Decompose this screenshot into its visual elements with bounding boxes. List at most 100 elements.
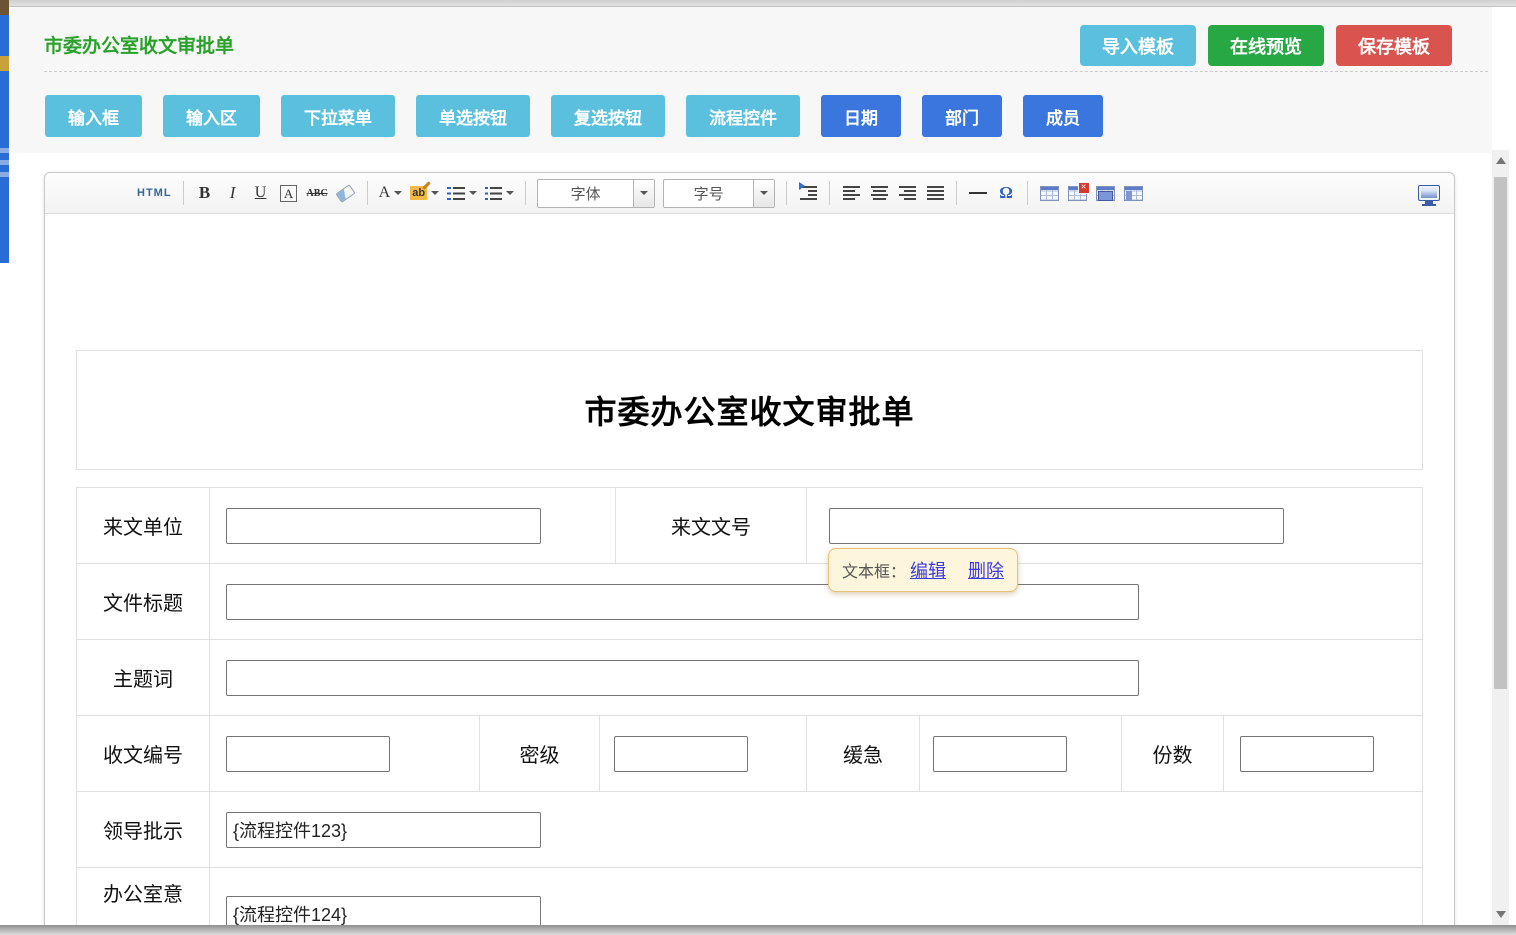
table-row-doc-title: 文件标题 [77, 564, 1422, 640]
security-level-input[interactable] [614, 736, 748, 772]
toolbar-separator [1027, 181, 1028, 205]
ordered-list-button[interactable] [447, 179, 477, 207]
special-char-button[interactable]: Ω [996, 179, 1016, 207]
receipt-number-label: 收文编号 [77, 716, 210, 791]
add-department-button[interactable]: 部门 [922, 95, 1002, 137]
insert-table-button[interactable] [1039, 179, 1059, 207]
doc-title-cell [210, 564, 1422, 639]
highlight-color-button[interactable]: ab [410, 179, 439, 207]
background-window-edge [0, 0, 9, 263]
keywords-cell [210, 640, 1422, 715]
background-window-fragment [0, 172, 9, 177]
eraser-icon [336, 184, 356, 203]
row-properties-button[interactable] [1123, 179, 1143, 207]
add-radio-button[interactable]: 单选按钮 [416, 95, 530, 137]
align-justify-icon [927, 186, 944, 200]
urgency-cell [920, 716, 1122, 791]
eraser-button[interactable] [336, 179, 356, 207]
form-title-cell: 市委办公室收文审批单 [76, 350, 1423, 470]
add-textarea-button[interactable]: 输入区 [163, 95, 260, 137]
horizontal-rule-icon [969, 192, 987, 194]
urgency-input[interactable] [933, 736, 1067, 772]
delete-link[interactable]: 删除 [968, 557, 1004, 583]
align-right-icon [899, 186, 916, 200]
security-level-cell [600, 716, 807, 791]
editor-document-area[interactable]: 市委办公室收文审批单 来文单位 来文文号 文件标题 [45, 214, 1454, 935]
doc-number-label: 来文文号 [616, 488, 807, 563]
table-icon [1040, 186, 1059, 201]
online-preview-button[interactable]: 在线预览 [1208, 25, 1324, 66]
align-justify-button[interactable] [925, 179, 945, 207]
window-top-edge [0, 0, 1516, 7]
source-unit-cell [210, 488, 616, 563]
chevron-down-icon [753, 180, 774, 207]
cell-properties-icon [1096, 186, 1115, 201]
import-template-button[interactable]: 导入模板 [1080, 25, 1196, 66]
add-dropdown-button[interactable]: 下拉菜单 [281, 95, 395, 137]
table-row-keywords: 主题词 [77, 640, 1422, 716]
edit-link[interactable]: 编辑 [910, 557, 946, 583]
toolbar-separator [367, 181, 368, 205]
add-input-box-button[interactable]: 输入框 [45, 95, 142, 137]
bold-button[interactable]: B [195, 179, 215, 207]
html-source-button[interactable]: HTML [137, 179, 172, 207]
delete-table-button[interactable] [1067, 179, 1087, 207]
textbox-context-tooltip: 文本框： 编辑 删除 [828, 548, 1018, 592]
save-template-button[interactable]: 保存模板 [1336, 25, 1452, 66]
indent-button[interactable] [798, 179, 818, 207]
horizontal-rule-button[interactable] [968, 179, 988, 207]
add-member-button[interactable]: 成员 [1023, 95, 1103, 137]
leader-remarks-cell [210, 792, 1422, 867]
vertical-scrollbar[interactable] [1492, 150, 1509, 925]
add-date-button[interactable]: 日期 [821, 95, 901, 137]
security-level-label: 密级 [480, 716, 600, 791]
copies-input[interactable] [1240, 736, 1374, 772]
form-title: 市委办公室收文审批单 [584, 387, 914, 433]
font-style-button[interactable]: A [279, 179, 299, 207]
add-flow-control-button[interactable]: 流程控件 [686, 95, 800, 137]
chevron-down-icon [506, 191, 514, 195]
keywords-input[interactable] [226, 660, 1139, 696]
richtext-editor: HTML B I U A ABC A [44, 172, 1455, 935]
highlight-icon: ab [410, 186, 427, 200]
doc-number-input[interactable] [829, 508, 1284, 544]
align-left-button[interactable] [841, 179, 861, 207]
italic-button[interactable]: I [223, 179, 243, 207]
copies-cell [1224, 716, 1422, 791]
source-unit-input[interactable] [226, 508, 541, 544]
delete-table-icon [1068, 186, 1087, 201]
font-family-select[interactable]: 字体 [537, 179, 655, 208]
align-right-button[interactable] [897, 179, 917, 207]
scroll-up-arrow-icon[interactable] [1496, 157, 1506, 164]
background-window-fragment [0, 0, 9, 15]
chevron-down-icon [469, 191, 477, 195]
leader-remarks-flow-control[interactable] [226, 812, 541, 848]
header-divider [44, 71, 1488, 72]
align-center-button[interactable] [869, 179, 889, 207]
chevron-down-icon [394, 191, 402, 195]
font-size-select[interactable]: 字号 [663, 179, 775, 208]
widget-toolbar: 输入框 输入区 下拉菜单 单选按钮 复选按钮 流程控件 日期 部门 成员 [45, 95, 1103, 137]
leader-remarks-label: 领导批示 [77, 792, 210, 867]
cell-properties-button[interactable] [1095, 179, 1115, 207]
table-row-source: 来文单位 来文文号 [77, 488, 1422, 564]
chevron-down-icon [431, 191, 439, 195]
scroll-down-arrow-icon[interactable] [1496, 911, 1506, 918]
fullscreen-button[interactable] [1418, 179, 1444, 207]
unordered-list-button[interactable] [485, 179, 514, 207]
table-row-numbers: 收文编号 密级 缓急 份数 [77, 716, 1422, 792]
background-window-fragment [0, 148, 9, 153]
font-color-button[interactable]: A [379, 179, 403, 207]
strikethrough-button[interactable]: ABC [307, 179, 328, 207]
tooltip-label: 文本框： [842, 558, 906, 582]
copies-label: 份数 [1122, 716, 1224, 791]
row-properties-icon [1124, 186, 1143, 201]
align-center-icon [871, 186, 888, 200]
receipt-number-input[interactable] [226, 736, 390, 772]
add-checkbox-button[interactable]: 复选按钮 [551, 95, 665, 137]
ordered-list-icon [447, 187, 465, 200]
header-actions: 导入模板 在线预览 保存模板 [1080, 25, 1452, 66]
underline-button[interactable]: U [251, 179, 271, 207]
scrollbar-thumb[interactable] [1494, 177, 1507, 689]
page-title: 市委办公室收文审批单 [44, 31, 234, 58]
